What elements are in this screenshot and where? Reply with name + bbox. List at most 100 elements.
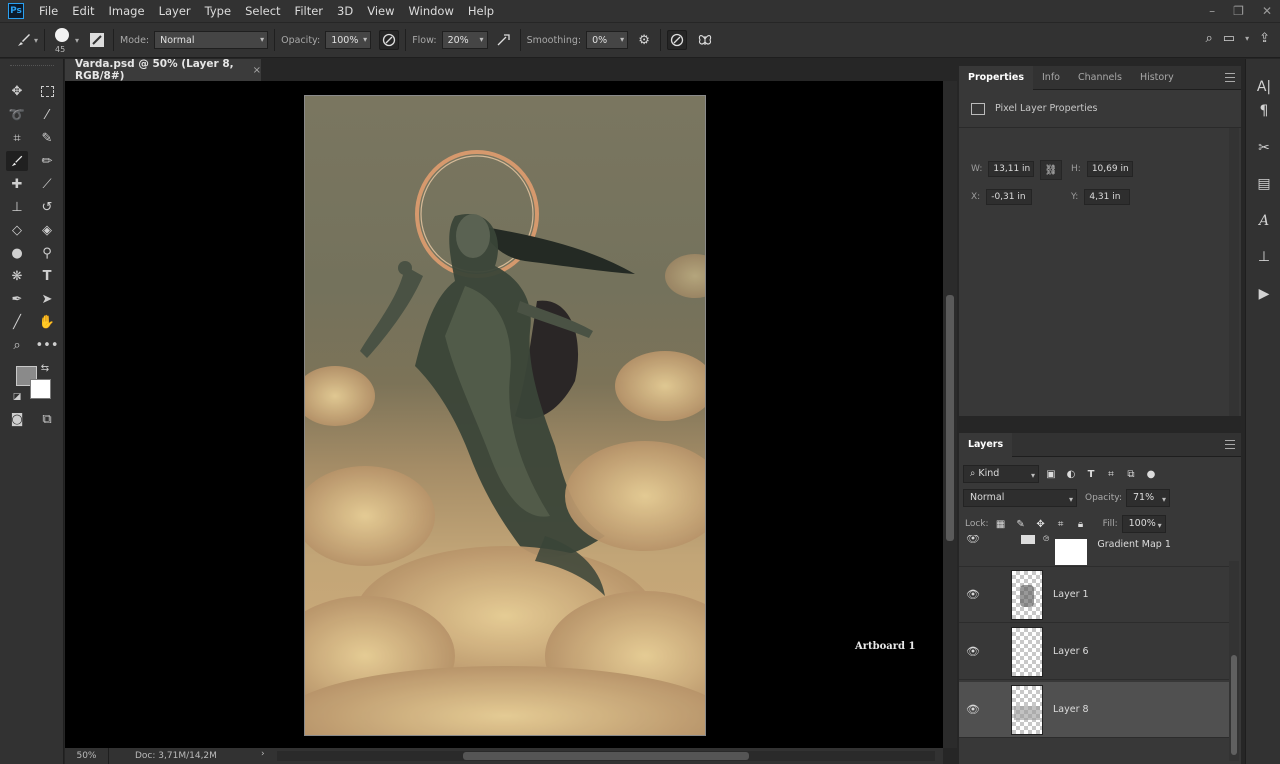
background-color-swatch[interactable] — [30, 379, 51, 399]
lasso-tool-icon[interactable]: ➰ — [6, 105, 28, 125]
menu-type[interactable]: Type — [198, 4, 238, 18]
properties-scrollbar[interactable] — [1229, 128, 1239, 416]
panel-menu-icon[interactable] — [1225, 440, 1235, 449]
pen-tool-icon[interactable]: ✒ — [6, 289, 28, 309]
eye-icon[interactable]: 👁︎ — [959, 535, 987, 545]
menu-layer[interactable]: Layer — [152, 4, 198, 18]
share-icon[interactable]: ⇪ — [1259, 31, 1270, 46]
x-field[interactable]: -0,31 in — [986, 189, 1033, 205]
pencil-tool-icon[interactable]: ✏ — [36, 151, 58, 171]
gear-icon[interactable]: ⚙ — [634, 30, 654, 50]
symmetry-butterfly-icon[interactable] — [695, 30, 715, 50]
screen-mode-icon[interactable]: ⧉ — [36, 409, 58, 429]
menu-file[interactable]: File — [32, 4, 65, 18]
eyedropper-tool-icon[interactable]: ✎ — [36, 128, 58, 148]
y-field[interactable]: 4,31 in — [1084, 189, 1131, 205]
magic-wand-tool-icon[interactable]: ⁄ — [36, 105, 58, 125]
hand-tool-icon[interactable]: ✋ — [36, 312, 58, 332]
clone-source-icon[interactable]: ⊥ — [1254, 247, 1274, 267]
close-tab-icon[interactable]: × — [253, 65, 261, 76]
menu-window[interactable]: Window — [402, 4, 461, 18]
menu-3d[interactable]: 3D — [330, 4, 360, 18]
swap-colors-icon[interactable]: ⇆ — [38, 361, 52, 375]
healing-brush-tool-icon[interactable]: ✚ — [6, 174, 28, 194]
menu-view[interactable]: View — [360, 4, 401, 18]
actions-play-icon[interactable]: ▶ — [1254, 284, 1274, 304]
pressure-size-icon[interactable] — [667, 30, 688, 50]
filter-shape-icon[interactable]: ⌗ — [1103, 466, 1119, 482]
zoom-field[interactable]: 50% — [65, 748, 109, 764]
menu-image[interactable]: Image — [102, 4, 152, 18]
menu-help[interactable]: Help — [461, 4, 501, 18]
canvas-vertical-scrollbar[interactable] — [943, 81, 957, 748]
panel-menu-icon[interactable] — [1225, 73, 1235, 82]
scrollbar-thumb[interactable] — [1231, 655, 1237, 755]
lock-position-icon[interactable]: ✥ — [1033, 516, 1049, 532]
scrollbar-thumb[interactable] — [463, 752, 749, 760]
eye-icon[interactable]: 👁︎ — [959, 588, 987, 601]
brush-tool-icon[interactable] — [6, 151, 28, 171]
crop-tool-icon[interactable]: ⌗ — [6, 128, 28, 148]
eraser-tool-icon[interactable]: ◇ — [6, 220, 28, 240]
opacity-field[interactable]: 100% ▾ — [325, 31, 372, 49]
tab-history[interactable]: History — [1131, 66, 1183, 90]
workspace-icon[interactable]: ▭ — [1223, 31, 1235, 46]
layer-row-layer-6[interactable]: 👁︎ Layer 6 — [959, 624, 1229, 680]
artboard-label[interactable]: Artboard 1 — [855, 641, 916, 652]
flow-field[interactable]: 20% ▾ — [441, 31, 488, 49]
document-tab[interactable]: Varda.psd @ 50% (Layer 8, RGB/8#) × — [65, 58, 261, 82]
tab-channels[interactable]: Channels — [1069, 66, 1131, 90]
tab-properties[interactable]: Properties — [959, 65, 1033, 90]
mode-select[interactable]: Normal ▾ — [154, 31, 269, 49]
quick-mask-icon[interactable]: ◙ — [6, 409, 28, 429]
restore-button[interactable]: ❐ — [1233, 4, 1244, 18]
move-tool-icon[interactable]: ✥ — [6, 81, 28, 101]
filter-smart-object-icon[interactable]: ⧉ — [1123, 466, 1139, 482]
mixer-brush-tool-icon[interactable]: ⟋ — [36, 174, 58, 194]
lock-transparency-icon[interactable]: ▦ — [993, 516, 1009, 532]
scrollbar-thumb[interactable] — [946, 295, 954, 541]
character-panel-icon[interactable]: A| — [1254, 77, 1274, 97]
search-icon[interactable]: ⌕ — [1206, 31, 1213, 46]
filter-type-icon[interactable]: T — [1083, 466, 1099, 482]
lock-artboard-icon[interactable]: ⌗ — [1053, 516, 1069, 532]
brush-tool-preset-icon[interactable] — [14, 30, 34, 50]
menu-filter[interactable]: Filter — [288, 4, 330, 18]
tools-presets-icon[interactable]: ✂ — [1254, 138, 1274, 158]
filter-kind-select[interactable]: ⌕ Kind ▾ — [963, 465, 1039, 483]
layer-mask-thumbnail[interactable] — [1055, 538, 1088, 565]
tab-info[interactable]: Info — [1033, 66, 1069, 90]
filter-pixel-icon[interactable]: ▣ — [1043, 466, 1059, 482]
more-tools-icon[interactable]: ••• — [36, 335, 59, 355]
path-selection-tool-icon[interactable]: ➤ — [36, 289, 58, 309]
chevron-down-icon[interactable]: ▾ — [1245, 34, 1249, 43]
chevron-down-icon[interactable]: ▾ — [75, 36, 79, 45]
menu-edit[interactable]: Edit — [65, 4, 101, 18]
width-field[interactable]: 13,11 in — [988, 161, 1035, 177]
history-brush-tool-icon[interactable]: ↺ — [36, 197, 58, 217]
layer-opacity-field[interactable]: 71% ▾ — [1126, 489, 1170, 507]
zoom-tool-icon[interactable]: ⌕ — [6, 335, 28, 355]
layer-row-layer-1[interactable]: 👁︎ Layer 1 — [959, 567, 1229, 623]
filter-toggle-icon[interactable]: ● — [1143, 466, 1159, 482]
libraries-icon[interactable]: ▤ — [1254, 174, 1274, 194]
menu-select[interactable]: Select — [238, 4, 287, 18]
brush-settings-panel-icon[interactable] — [87, 30, 107, 50]
brain-tool-icon[interactable]: ❋ — [6, 266, 28, 286]
marquee-tool-icon[interactable] — [36, 81, 58, 101]
artwork-image[interactable] — [304, 95, 706, 736]
filter-adjustment-icon[interactable]: ◐ — [1063, 466, 1079, 482]
clone-stamp-tool-icon[interactable]: ⊥ — [6, 197, 28, 217]
chevron-right-icon[interactable]: › — [261, 749, 265, 759]
pressure-opacity-icon[interactable] — [379, 30, 400, 50]
layer-row-gradient-map[interactable]: 👁︎ ⧁ Gradient Map 1 — [959, 535, 1229, 567]
layer-row-layer-8[interactable]: 👁︎ Layer 8 — [959, 682, 1229, 738]
canvas-area[interactable]: Artboard 1 — [65, 81, 943, 748]
close-window-button[interactable]: ✕ — [1262, 4, 1272, 18]
link-dimensions-icon[interactable]: ⛓ — [1040, 160, 1062, 180]
paragraph-panel-icon[interactable]: ¶ — [1254, 101, 1274, 121]
blur-tool-icon[interactable]: ● — [6, 243, 28, 263]
tab-layers[interactable]: Layers — [959, 432, 1013, 457]
height-field[interactable]: 10,69 in — [1086, 161, 1133, 177]
smoothing-field[interactable]: 0% ▾ — [586, 31, 629, 49]
